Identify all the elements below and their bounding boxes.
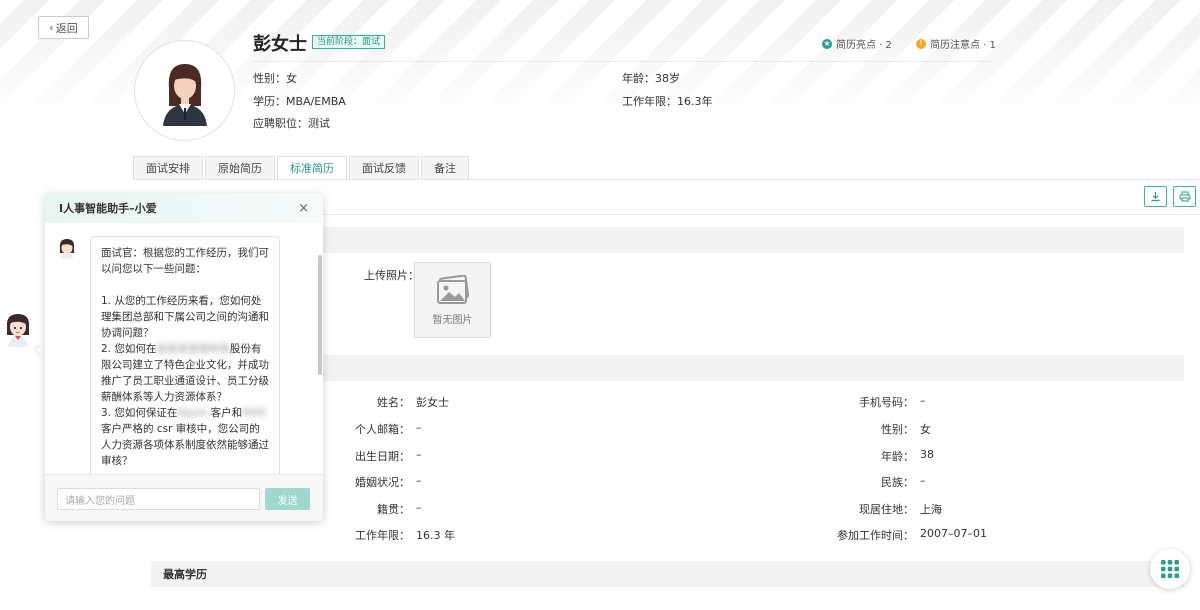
- field-label: 性别：: [881, 423, 914, 436]
- question-3-mid: 客户和: [210, 407, 243, 419]
- chat-header: I人事智能助手–小爱 ×: [45, 193, 323, 223]
- section-highest-education: 最高学历: [151, 561, 1184, 587]
- position-info: 应聘职位：测试: [253, 117, 330, 130]
- field-name: 姓名： 彭女士: [330, 394, 449, 410]
- field-ethnicity: 民族： –: [814, 474, 926, 490]
- tab-interview-feedback[interactable]: 面试反馈: [349, 156, 419, 179]
- field-value: 16.3 年: [416, 529, 455, 542]
- resume-highlights[interactable]: ★ 简历亮点 · 2: [822, 36, 892, 51]
- tab-notes[interactable]: 备注: [421, 156, 469, 179]
- chevron-left-icon: ‹: [49, 21, 54, 34]
- back-label: 返回: [55, 21, 78, 35]
- message-intro: 面试官：根据您的工作经历，我们可以问您以下一些问题：: [101, 247, 269, 275]
- field-label: 姓名：: [377, 396, 410, 409]
- assistant-avatar-button[interactable]: [2, 311, 34, 347]
- print-button[interactable]: [1173, 186, 1196, 207]
- field-work-start-date: 参加工作时间： 2007–07–01: [814, 527, 987, 543]
- field-value: –: [416, 474, 422, 487]
- field-value: –: [416, 448, 422, 461]
- photo-label: 上传照片：: [364, 269, 419, 282]
- field-residence: 现居住地： 上海: [814, 501, 942, 517]
- field-label: 籍贯：: [377, 503, 410, 516]
- assistant-message-bubble: 面试官：根据您的工作经历，我们可以问您以下一些问题： 1. 从您的工作经历来看，…: [90, 236, 280, 474]
- tabs-divider: [133, 179, 1200, 180]
- field-label: 民族：: [881, 476, 914, 489]
- question-1: 1. 从您的工作经历来看，您如何处理集团总部和下属公司之间的沟通和协调问题？: [101, 295, 269, 339]
- candidate-avatar: [134, 40, 235, 141]
- warning-icon: !: [916, 38, 926, 49]
- field-value: 38: [920, 448, 934, 461]
- field-email: 个人邮箱： –: [330, 421, 422, 437]
- stage-badge: 当前阶段：面试: [312, 35, 386, 49]
- grid-icon: [1161, 560, 1179, 578]
- resume-tabs: 面试安排 原始简历 标准简历 面试反馈 备注: [133, 156, 469, 179]
- divider: [253, 61, 992, 62]
- download-icon: [1151, 192, 1160, 202]
- question-3-suffix: 客户严格的 csr 审核中，您公司的人力资源各项体系制度依然能够通过审核？: [101, 423, 269, 467]
- field-value: 彭女士: [416, 396, 449, 409]
- field-value: –: [416, 501, 422, 514]
- field-phone: 手机号码： –: [814, 394, 926, 410]
- field-label: 年龄：: [881, 450, 914, 463]
- field-value: 上海: [920, 503, 942, 516]
- photo-empty-text: 暂无图片: [432, 314, 473, 326]
- send-button[interactable]: 发送: [265, 488, 310, 510]
- field-age: 年龄： 38: [814, 448, 934, 464]
- redacted-company: 某某某管理有限: [156, 343, 230, 355]
- question-2-prefix: 2. 您如何在: [101, 343, 157, 355]
- field-label: 手机号码：: [859, 396, 914, 409]
- image-icon: [436, 274, 469, 304]
- redacted-client-2: NIKE: [242, 407, 267, 419]
- photo-placeholder[interactable]: 暂无图片: [414, 262, 491, 338]
- chat-question-input[interactable]: 请输入您的问题: [57, 488, 260, 510]
- chat-scrollbar[interactable]: [318, 255, 322, 375]
- gender-info: 性别：女: [253, 72, 297, 85]
- work-years-info: 工作年限：16.3年: [622, 95, 713, 108]
- assistant-chat-panel: I人事智能助手–小爱 × 面试官：根据您的工作经历，我们可以问您以下一些问题： …: [45, 193, 323, 521]
- redacted-client-1: Apple: [177, 407, 208, 419]
- printer-icon: [1179, 191, 1190, 202]
- chat-messages[interactable]: 面试官：根据您的工作经历，我们可以问您以下一些问题： 1. 从您的工作经历来看，…: [45, 223, 323, 474]
- field-label: 参加工作时间：: [837, 529, 914, 542]
- download-button[interactable]: [1144, 186, 1167, 207]
- chat-title: I人事智能助手–小爱: [59, 202, 157, 215]
- apps-menu-button[interactable]: [1150, 549, 1190, 589]
- resume-attention[interactable]: ! 简历注意点 · 1: [916, 36, 996, 51]
- attention-label: 简历注意点 · 1: [930, 40, 996, 51]
- question-3-prefix: 3. 您如何保证在: [101, 407, 178, 419]
- field-value: 2007–07–01: [920, 527, 987, 540]
- field-label: 工作年限：: [355, 529, 410, 542]
- field-value: –: [920, 474, 926, 487]
- back-button[interactable]: ‹ 返回: [38, 16, 89, 39]
- field-value: –: [416, 421, 422, 434]
- field-label: 婚姻状况：: [355, 476, 410, 489]
- close-icon[interactable]: ×: [298, 201, 309, 216]
- field-native-place: 籍贯： –: [330, 501, 422, 517]
- chat-input-area: 请输入您的问题 发送: [45, 474, 323, 521]
- tab-original-resume[interactable]: 原始简历: [205, 156, 275, 179]
- field-marital-status: 婚姻状况： –: [330, 474, 422, 490]
- field-work-years: 工作年限： 16.3 年: [330, 527, 455, 543]
- tab-standard-resume[interactable]: 标准简历: [277, 156, 347, 179]
- field-birthdate: 出生日期： –: [330, 448, 422, 464]
- field-label: 个人邮箱：: [355, 423, 410, 436]
- field-gender: 性别： 女: [814, 421, 931, 437]
- candidate-name: 彭女士: [253, 34, 307, 55]
- education-info: 学历：MBA/EMBA: [253, 95, 346, 108]
- field-value: –: [920, 394, 926, 407]
- tab-interview-schedule[interactable]: 面试安排: [133, 156, 203, 179]
- age-info: 年龄：38岁: [622, 72, 680, 85]
- assistant-message-avatar: [56, 237, 78, 259]
- field-label: 现居住地：: [859, 503, 914, 516]
- field-value: 女: [920, 423, 931, 436]
- highlights-label: 简历亮点 · 2: [836, 40, 892, 51]
- highlight-icon: ★: [822, 38, 832, 49]
- field-label: 出生日期：: [355, 450, 410, 463]
